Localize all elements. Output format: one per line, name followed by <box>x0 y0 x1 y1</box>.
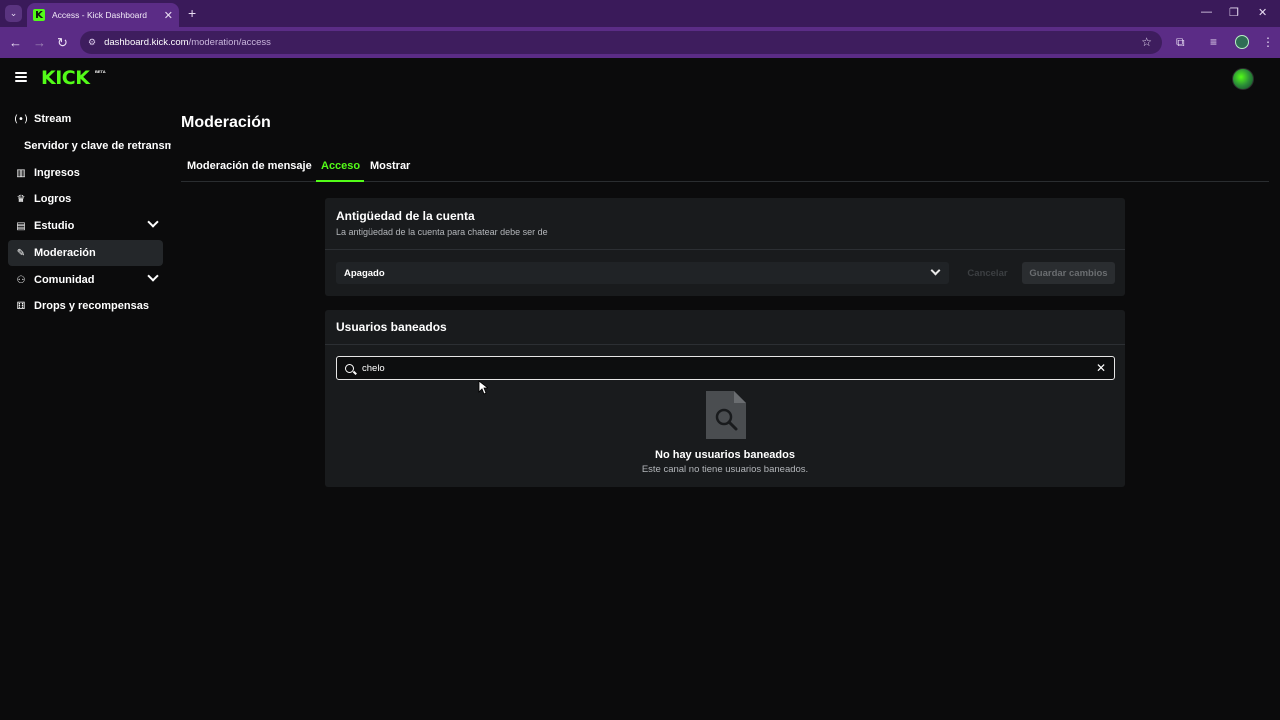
sidebar-item-ingresos[interactable]: ▥ Ingresos <box>8 160 163 186</box>
account-age-title: Antigüedad de la cuenta <box>336 209 475 223</box>
sidebar-item-comunidad[interactable]: ⚇ Comunidad <box>8 267 163 293</box>
url-host: dashboard.kick.com <box>104 37 189 48</box>
sidebar-item-stream-key[interactable]: Servidor y clave de retransmisión <box>8 133 171 159</box>
sidebar-item-logros[interactable]: ♛ Logros <box>8 186 163 212</box>
sidebar-item-label: Estudio <box>34 220 75 232</box>
browser-profile-avatar[interactable] <box>1235 35 1249 49</box>
sidebar-item-label: Comunidad <box>34 274 95 286</box>
clear-search-icon[interactable]: ✕ <box>1096 361 1106 375</box>
sidebar-item-drops[interactable]: ⚅ Drops y recompensas <box>8 293 163 319</box>
mouse-cursor-icon <box>478 380 488 395</box>
empty-search-document-icon <box>706 391 746 439</box>
account-age-subtitle: La antigüedad de la cuenta para chatear … <box>336 227 548 237</box>
browser-toolbar: ← → ↻ ⚙ dashboard.kick.com/moderation/ac… <box>0 27 1280 58</box>
browser-tab[interactable]: K Access - Kick Dashboard ✕ <box>27 3 179 27</box>
tab-moderacion-mensaje[interactable]: Moderación de mensaje <box>187 160 312 172</box>
extensions-icon[interactable]: ⧉ <box>1176 35 1185 50</box>
wrench-icon: ✎ <box>16 247 26 259</box>
banned-users-title: Usuarios baneados <box>336 320 447 334</box>
tab-title: Access - Kick Dashboard <box>52 10 147 20</box>
chevron-down-icon <box>147 216 159 228</box>
forward-icon[interactable]: → <box>33 35 46 50</box>
sidebar-item-label: Servidor y clave de retransmisión <box>24 140 171 152</box>
beta-badge: BETA <box>95 69 106 74</box>
tab-acceso[interactable]: Acceso <box>321 160 360 172</box>
media-control-icon[interactable]: ≡ <box>1210 35 1217 49</box>
kick-dashboard: KICK BETA (•) Stream Servidor y clave de… <box>0 58 1280 720</box>
cancel-button[interactable]: Cancelar <box>960 262 1015 284</box>
tab-close-icon[interactable]: ✕ <box>164 9 173 22</box>
window-close-icon[interactable]: ✕ <box>1258 6 1267 19</box>
search-icon <box>345 363 354 373</box>
url-path: /moderation/access <box>188 37 271 48</box>
sidebar-item-label: Stream <box>34 113 72 125</box>
users-icon: ⚇ <box>16 274 26 286</box>
divider <box>325 344 1125 345</box>
restore-icon[interactable]: ❐ <box>1229 6 1239 19</box>
sidebar-item-stream[interactable]: (•) Stream <box>8 106 163 132</box>
empty-state-subtitle: Este canal no tiene usuarios baneados. <box>641 464 809 475</box>
broadcast-icon: (•) <box>14 113 28 125</box>
kick-logo[interactable]: KICK <box>41 67 90 89</box>
sidebar-item-label: Drops y recompensas <box>34 300 149 312</box>
banned-search-input[interactable]: chelo ✕ <box>336 356 1115 380</box>
divider <box>325 249 1125 250</box>
new-tab-icon[interactable]: + <box>188 5 196 21</box>
studio-icon: ▤ <box>16 220 26 232</box>
user-avatar[interactable] <box>1232 68 1254 90</box>
page-title: Moderación <box>181 114 271 131</box>
account-age-card: Antigüedad de la cuenta La antigüedad de… <box>325 198 1125 296</box>
address-bar[interactable]: ⚙ dashboard.kick.com/moderation/access ☆ <box>80 31 1162 54</box>
save-changes-button[interactable]: Guardar cambios <box>1022 262 1115 284</box>
trophy-icon: ♛ <box>16 193 26 205</box>
moderation-tabs: Moderación de mensaje Acceso Mostrar <box>181 158 1269 182</box>
gift-icon: ⚅ <box>16 300 26 312</box>
chevron-down-icon <box>147 270 159 282</box>
reload-icon[interactable]: ↻ <box>57 35 68 51</box>
sidebar-item-label: Moderación <box>34 247 96 259</box>
account-age-select-value: Apagado <box>344 267 385 279</box>
kick-favicon-icon: K <box>33 9 45 21</box>
tab-search-icon[interactable]: ⌄ <box>5 5 22 22</box>
search-value: chelo <box>362 362 385 374</box>
minimize-icon[interactable]: — <box>1201 6 1212 18</box>
empty-state-title: No hay usuarios baneados <box>655 449 795 461</box>
account-age-select[interactable]: Apagado <box>336 262 949 284</box>
banned-users-card: Usuarios baneados chelo ✕ No hay usuario… <box>325 310 1125 487</box>
active-tab-indicator <box>316 180 364 182</box>
browser-menu-icon[interactable]: ⋮ <box>1262 35 1274 49</box>
browser-tab-strip: ⌄ K Access - Kick Dashboard ✕ + — ❐ ✕ <box>0 0 1280 27</box>
tab-mostrar[interactable]: Mostrar <box>370 160 410 172</box>
sidebar-item-moderacion[interactable]: ✎ Moderación <box>8 240 163 266</box>
bookmark-star-icon[interactable]: ☆ <box>1141 35 1152 49</box>
sidebar-item-label: Logros <box>34 193 72 205</box>
site-info-icon[interactable]: ⚙ <box>88 37 96 48</box>
hamburger-menu-icon[interactable] <box>15 72 27 82</box>
back-icon[interactable]: ← <box>9 35 22 50</box>
chart-icon: ▥ <box>16 167 26 179</box>
sidebar-item-label: Ingresos <box>34 167 80 179</box>
sidebar-item-estudio[interactable]: ▤ Estudio <box>8 213 163 239</box>
chevron-down-icon <box>930 265 941 276</box>
